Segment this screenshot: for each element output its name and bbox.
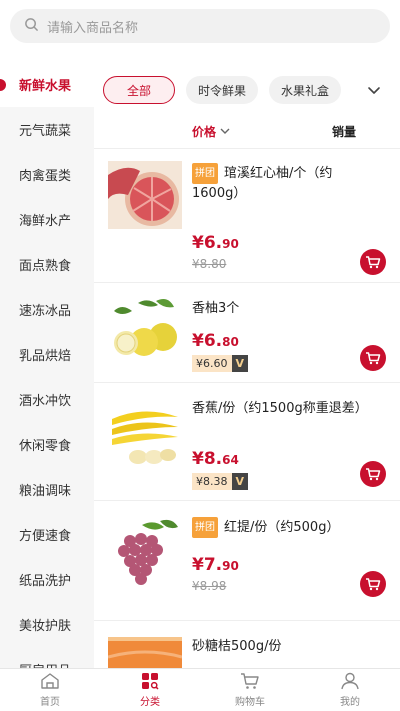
product-image-pomelos[interactable] <box>108 297 182 365</box>
sidebar-item-vegetables[interactable]: 元气蔬菜 <box>0 107 94 152</box>
category-sidebar: 新鲜水果 元气蔬菜 肉禽蛋类 海鲜水产 面点熟食 速冻冰品 乳品烘焙 酒水冲饮 … <box>0 62 94 668</box>
original-price: ¥8.80 <box>192 257 227 271</box>
tab-category-label: 分类 <box>140 697 160 708</box>
search-icon <box>24 17 39 36</box>
sidebar-item-frozen[interactable]: 速冻冰品 <box>0 287 94 332</box>
cart-icon <box>241 673 259 689</box>
sidebar-item-grain-oil[interactable]: 粮油调味 <box>0 467 94 512</box>
sidebar-item-kitchen[interactable]: 厨房用品 <box>0 647 94 668</box>
chip-all[interactable]: 全部 <box>103 76 175 104</box>
original-price: ¥8.98 <box>192 579 227 593</box>
sidebar-item-paper-wash[interactable]: 纸品洗护 <box>0 557 94 602</box>
sort-bar: 销量 价格 <box>94 114 400 148</box>
product-title[interactable]: 砂糖桔500g/份 <box>192 637 380 656</box>
sidebar-item-deli[interactable]: 面点熟食 <box>0 242 94 287</box>
product-item[interactable]: 拼团 红提/份（约500g） ¥7.90 ¥8.98 <box>94 500 400 620</box>
search-bar[interactable]: 请输入商品名称 <box>10 9 390 43</box>
search-input[interactable]: 请输入商品名称 <box>47 17 138 36</box>
tab-home[interactable]: 首页 <box>0 669 100 711</box>
bottom-tab-bar: 首页 分类 购物车 我的 <box>0 668 400 711</box>
chip-seasonal[interactable]: 时令鲜果 <box>186 76 259 104</box>
add-to-cart-button[interactable] <box>360 571 386 597</box>
tab-cart[interactable]: 购物车 <box>200 669 300 711</box>
product-title[interactable]: 拼团 红提/份（约500g） <box>192 517 380 538</box>
group-buy-tag: 拼团 <box>192 517 218 538</box>
sidebar-item-dairy-bakery[interactable]: 乳品烘焙 <box>0 332 94 377</box>
product-image-bananas[interactable] <box>108 401 182 469</box>
tab-mine[interactable]: 我的 <box>300 669 400 711</box>
chip-gift-box[interactable]: 水果礼盒 <box>269 76 342 104</box>
product-image-red-pomelo[interactable] <box>108 161 182 229</box>
product-image-red-grapes[interactable] <box>108 519 182 587</box>
product-price: ¥8.64 <box>192 449 239 469</box>
product-image-tangerines[interactable] <box>107 637 183 668</box>
sidebar-item-seafood[interactable]: 海鲜水产 <box>0 197 94 242</box>
product-title[interactable]: 香蕉/份（约1500g称重退差） <box>192 399 380 418</box>
add-to-cart-button[interactable] <box>360 249 386 275</box>
user-icon <box>341 672 359 690</box>
sort-by-sales[interactable]: 销量 <box>332 123 356 140</box>
product-item[interactable]: 香柚3个 ¥6.80 ¥6.60 V <box>94 282 400 382</box>
product-price: ¥6.80 <box>192 331 239 351</box>
product-price: ¥6.90 <box>192 233 239 253</box>
category-icon <box>142 673 159 690</box>
tab-category[interactable]: 分类 <box>100 669 200 711</box>
sidebar-item-instant-food[interactable]: 方便速食 <box>0 512 94 557</box>
product-title[interactable]: 香柚3个 <box>192 299 380 318</box>
sort-by-price[interactable]: 价格 <box>192 123 230 140</box>
tab-mine-label: 我的 <box>340 697 360 708</box>
product-item[interactable]: 砂糖桔500g/份 <box>94 620 400 668</box>
sort-arrows-icon <box>220 128 230 134</box>
product-title[interactable]: 拼团 琯溪红心柚/个（约1600g） <box>192 163 380 203</box>
sidebar-item-fresh-fruit[interactable]: 新鲜水果 <box>0 62 94 107</box>
product-item[interactable]: 香蕉/份（约1500g称重退差） ¥8.64 ¥8.38 V <box>94 382 400 500</box>
chevron-down-icon[interactable] <box>366 82 382 98</box>
sidebar-item-drinks[interactable]: 酒水冲饮 <box>0 377 94 422</box>
sort-price-label: 价格 <box>192 124 217 139</box>
product-list: 拼团 琯溪红心柚/个（约1600g） ¥6.90 ¥8.80 香柚3个 ¥6.80… <box>94 148 400 668</box>
product-price: ¥7.90 <box>192 555 239 575</box>
home-icon <box>41 673 59 689</box>
vip-price-badge: ¥6.60 V <box>192 355 249 372</box>
sidebar-item-snacks[interactable]: 休闲零食 <box>0 422 94 467</box>
filter-chips: 全部 时令鲜果 水果礼盒 <box>103 76 342 104</box>
vip-price-badge: ¥8.38 V <box>192 473 249 490</box>
sidebar-item-beauty[interactable]: 美妆护肤 <box>0 602 94 647</box>
add-to-cart-button[interactable] <box>360 345 386 371</box>
product-name: 红提/份（约500g） <box>224 520 340 535</box>
sidebar-item-meat-eggs[interactable]: 肉禽蛋类 <box>0 152 94 197</box>
group-buy-tag: 拼团 <box>192 163 218 184</box>
product-item[interactable]: 拼团 琯溪红心柚/个（约1600g） ¥6.90 ¥8.80 <box>94 148 400 282</box>
add-to-cart-button[interactable] <box>360 461 386 487</box>
tab-home-label: 首页 <box>40 697 60 708</box>
tab-cart-label: 购物车 <box>235 697 265 708</box>
